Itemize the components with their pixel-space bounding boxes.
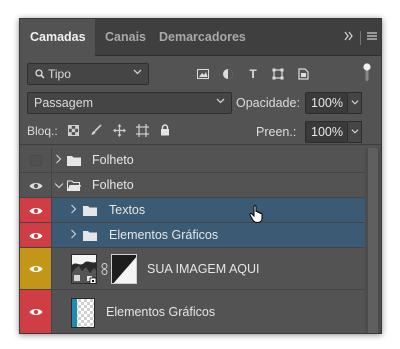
filter-toggle-switch[interactable] [363,62,371,82]
layer-name[interactable]: Elementos Gráficos [109,228,218,242]
lock-image-pixels-icon[interactable] [89,122,103,138]
eye-icon [29,266,43,272]
blend-mode-value: Passagem [34,96,94,110]
pixel-layer-filter-icon[interactable] [195,66,211,82]
layer-name[interactable]: Textos [109,203,145,217]
folder-icon [83,206,97,216]
visibility-off-icon [30,155,42,166]
layer-row-folheto[interactable]: Folheto [20,173,367,198]
mask-link-icon[interactable] [101,262,108,278]
lock-transparent-pixels-icon[interactable] [66,122,80,138]
lock-artboard-icon[interactable] [135,122,149,138]
visibility-toggle[interactable] [20,198,52,222]
opacity-label: Opacidade: [236,96,300,110]
visibility-toggle[interactable] [20,148,52,172]
layer-thumbnail[interactable] [71,254,97,284]
layer-mask-thumbnail[interactable] [111,254,137,284]
tabbar-divider [360,30,361,45]
double-chevron-right-icon[interactable] [344,19,354,56]
layers-scrollbar[interactable] [365,148,381,333]
eye-icon [29,208,43,214]
tab-demarcadores[interactable]: Demarcadores [149,19,256,56]
shape-layer-filter-icon[interactable] [270,66,286,82]
chevron-right-icon[interactable] [55,154,62,167]
layer-name[interactable]: Folheto [92,153,134,167]
panel-tab-bar: Camadas Canais Demarcadores [20,19,381,57]
open-folder-icon [67,180,81,191]
panel-menu-icon[interactable] [367,19,377,56]
scrollbar-thumb[interactable] [368,148,378,333]
lock-position-icon[interactable] [112,122,126,138]
lock-label: Bloq.: [27,124,58,138]
eye-icon [29,183,43,189]
layer-row-folheto-hidden[interactable]: Folheto [20,148,367,173]
tab-canais[interactable]: Canais [95,19,156,56]
filter-icon-group: T [195,65,311,83]
folder-icon [83,231,97,241]
chevron-down-icon [133,64,142,84]
opacity-dropdown-button[interactable] [348,92,362,114]
chevron-down-icon[interactable] [54,180,64,192]
layer-thumbnail[interactable] [71,298,95,328]
visibility-toggle[interactable] [20,248,52,289]
lock-icon-group [66,122,172,138]
folder-icon [67,156,81,166]
visibility-toggle[interactable] [20,223,52,247]
chevron-down-icon [350,129,359,134]
filter-kind-select[interactable]: Tipo [27,63,149,85]
visibility-toggle[interactable] [20,290,52,333]
layer-name[interactable]: Folheto [92,178,134,192]
chevron-right-icon[interactable] [70,229,77,242]
layer-row-textos[interactable]: Textos [20,198,367,223]
opacity-input[interactable]: 100% [305,92,348,114]
blend-mode-select[interactable]: Passagem [27,92,232,114]
layer-row-elementos-graficos-group[interactable]: Elementos Gráficos [20,223,367,248]
chevron-down-icon [216,93,225,113]
layer-row-elementos-graficos[interactable]: Elementos Gráficos [20,290,367,333]
lock-all-icon[interactable] [158,122,172,138]
panel-divider [20,144,381,145]
fill-dropdown-button[interactable] [348,121,362,143]
visibility-toggle[interactable] [20,173,52,197]
adjustment-layer-filter-icon[interactable] [220,66,236,82]
chevron-right-icon[interactable] [70,204,77,217]
filter-kind-label: Tipo [48,67,71,81]
fill-input[interactable]: 100% [305,121,348,143]
fill-label: Preen.: [256,125,297,139]
layer-name[interactable]: Elementos Gráficos [106,305,215,319]
layer-row-sua-imagem-aqui[interactable]: SUA IMAGEM AQUI [20,248,367,290]
eye-icon [29,309,43,315]
layer-name[interactable]: SUA IMAGEM AQUI [147,262,260,276]
eye-icon [29,233,43,239]
tab-camadas[interactable]: Camadas [20,19,95,57]
hand-cursor-icon [249,205,263,223]
smart-object-filter-icon[interactable] [295,66,311,82]
search-icon [35,69,45,79]
type-layer-filter-icon[interactable]: T [245,66,261,82]
chevron-down-icon [350,100,359,105]
layers-panel: Camadas Canais Demarcadores Tipo T Passa… [19,18,382,334]
